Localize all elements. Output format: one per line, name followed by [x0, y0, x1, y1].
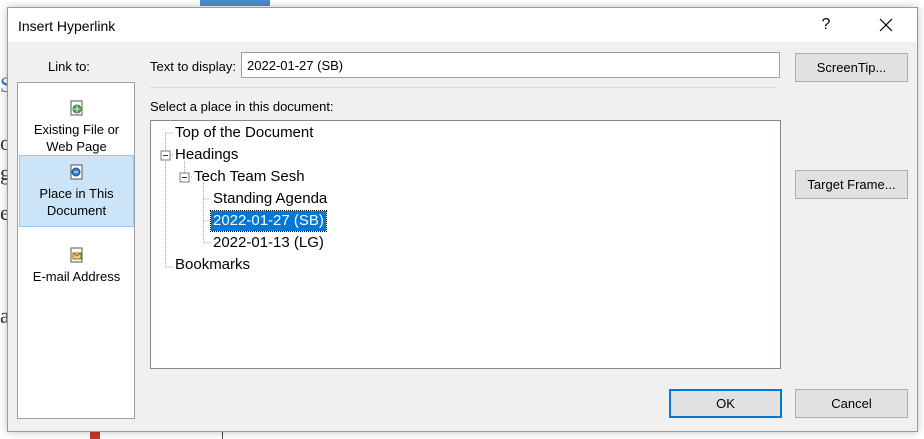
link-to-panel: Existing File or Web Page Place in This … — [17, 82, 135, 419]
link-to-label: Link to: — [48, 59, 90, 74]
link-to-email-label: E-mail Address — [32, 269, 121, 284]
tree-node-headings[interactable]: Headings — [173, 145, 240, 165]
tree-node-top-of-document[interactable]: Top of the Document — [173, 123, 315, 143]
text-to-display-label: Text to display: — [150, 59, 236, 74]
link-to-existing-file-line1: Existing File or — [33, 122, 120, 137]
background-red-mark — [90, 432, 100, 439]
tree-node-standing-agenda[interactable]: Standing Agenda — [211, 189, 329, 209]
globe-file-icon — [70, 100, 82, 116]
close-button[interactable] — [873, 12, 899, 38]
link-to-place-in-document[interactable]: Place in This Document — [19, 155, 134, 227]
help-button[interactable]: ? — [813, 12, 839, 38]
collapse-toggle-tech-team — [179, 172, 190, 183]
ok-button[interactable]: OK — [669, 389, 782, 418]
link-to-existing-file-line2: Web Page — [46, 139, 107, 154]
title-bar: Insert Hyperlink ? — [8, 8, 917, 42]
screentip-button[interactable]: ScreenTip... — [795, 53, 908, 82]
dialog-title: Insert Hyperlink — [18, 18, 116, 34]
document-place-icon — [70, 164, 82, 180]
insert-hyperlink-dialog: Insert Hyperlink ? Link to: Existing Fil… — [7, 7, 918, 432]
background-heading-fragment — [200, 0, 270, 6]
document-places-tree[interactable]: Top of the Document Headings Tech Team S… — [150, 120, 781, 369]
select-place-label: Select a place in this document: — [150, 99, 334, 114]
separator — [150, 87, 777, 88]
tree-node-tech-team-sesh[interactable]: Tech Team Sesh — [192, 167, 307, 187]
link-to-existing-file[interactable]: Existing File or Web Page — [19, 94, 134, 160]
text-to-display-input[interactable] — [241, 52, 780, 78]
collapse-toggle-headings — [160, 150, 171, 161]
link-to-email-address[interactable]: E-mail Address — [19, 233, 134, 299]
cancel-button[interactable]: Cancel — [795, 389, 908, 418]
tree-node-selected-date[interactable]: 2022-01-27 (SB) — [210, 210, 327, 232]
link-to-place-line1: Place in This — [39, 186, 114, 201]
email-icon — [70, 247, 82, 263]
link-to-place-line2: Document — [46, 203, 107, 218]
close-icon — [879, 18, 893, 32]
target-frame-button[interactable]: Target Frame... — [795, 170, 908, 199]
tree-node-bookmarks[interactable]: Bookmarks — [173, 255, 252, 275]
tree-node-other-date[interactable]: 2022-01-13 (LG) — [211, 233, 326, 253]
